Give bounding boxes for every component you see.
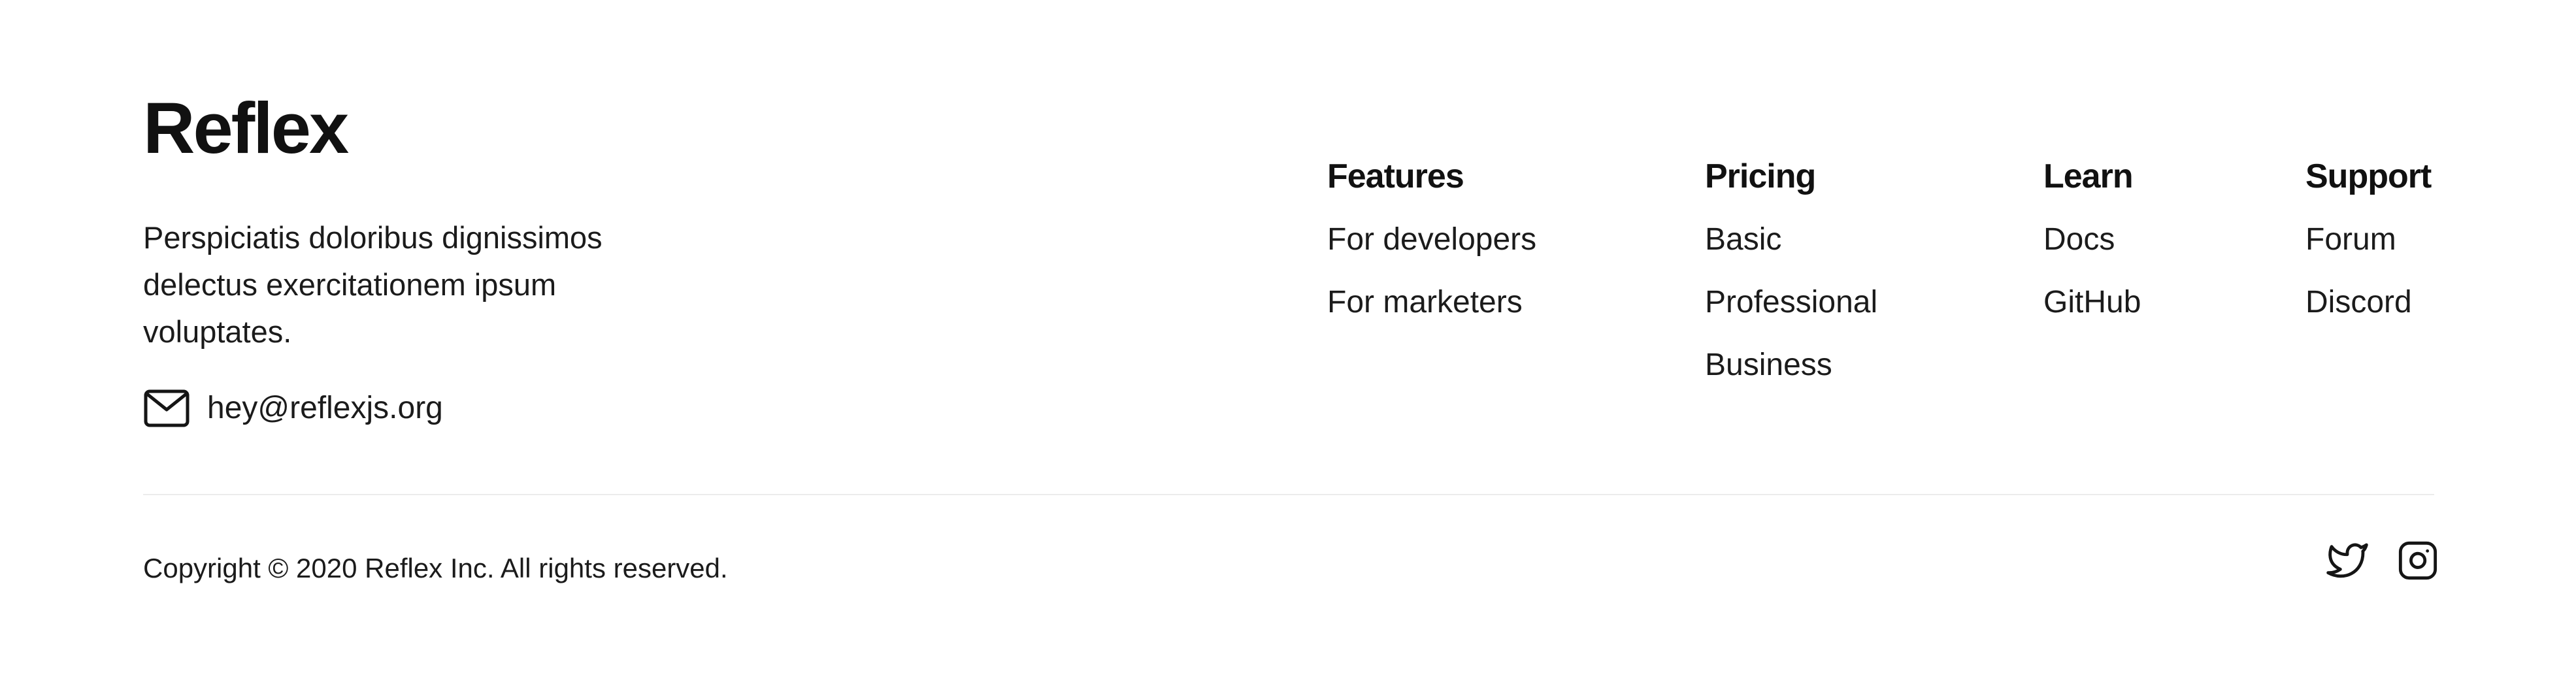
footer-link[interactable]: Professional xyxy=(1705,280,1877,325)
description-line: Perspiciatis doloribus dignissimos xyxy=(143,220,603,255)
email-address: hey@reflexjs.org xyxy=(207,391,443,425)
footer-link[interactable]: Basic xyxy=(1705,217,1877,263)
footer-link[interactable]: Business xyxy=(1705,342,1877,388)
footer-column-pricing: Pricing Basic Professional Business xyxy=(1705,155,1877,388)
site-footer: Reflex Perspiciatis doloribus dignissimo… xyxy=(0,0,2576,686)
twitter-icon[interactable] xyxy=(2326,540,2368,581)
column-title: Support xyxy=(2305,157,2432,195)
footer-divider xyxy=(143,494,2434,495)
mail-icon xyxy=(143,389,190,428)
footer-link[interactable]: Docs xyxy=(2043,217,2141,263)
footer-column-learn: Learn Docs GitHub xyxy=(2043,155,2141,325)
footer-link[interactable]: Forum xyxy=(2305,217,2431,263)
footer-link[interactable]: GitHub xyxy=(2043,280,2141,325)
footer-link[interactable]: For developers xyxy=(1327,217,1536,263)
brand-logo[interactable]: Reflex xyxy=(143,93,349,165)
copyright-text: Copyright © 2020 Reflex Inc. All rights … xyxy=(143,553,728,583)
description-line: voluptates. xyxy=(143,314,292,349)
footer-link[interactable]: Discord xyxy=(2305,280,2431,325)
footer-column-features: Features For developers For marketers xyxy=(1327,155,1536,325)
footer-column-support: Support Forum Discord xyxy=(2305,155,2432,325)
brand-description: Perspiciatis doloribus dignissimos delec… xyxy=(143,214,679,355)
description-line: delectus exercitationem ipsum xyxy=(143,267,557,302)
footer-link[interactable]: For marketers xyxy=(1327,280,1536,325)
column-title: Pricing xyxy=(1705,157,1816,195)
column-title: Learn xyxy=(2043,157,2134,195)
column-title: Features xyxy=(1327,157,1464,195)
instagram-icon[interactable] xyxy=(2397,540,2439,581)
email-link[interactable]: hey@reflexjs.org xyxy=(143,385,443,431)
